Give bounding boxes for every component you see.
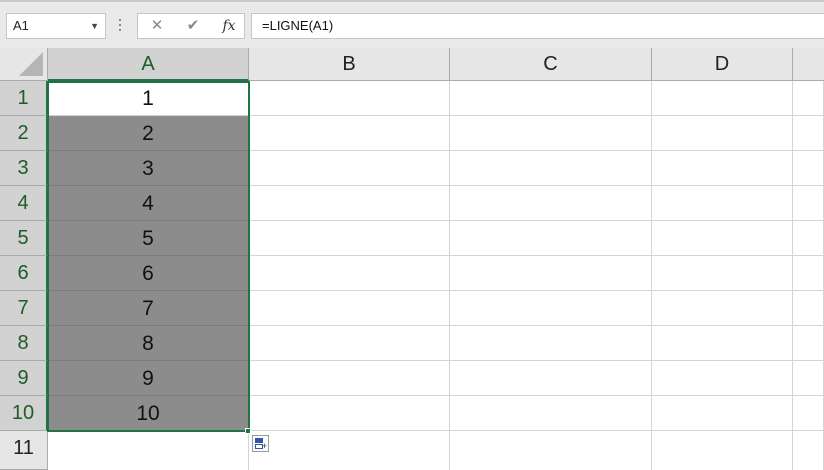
cell-a9[interactable]: 9 xyxy=(48,361,249,396)
enter-icon[interactable]: ✔ xyxy=(178,14,208,38)
cell-d9[interactable] xyxy=(652,361,793,396)
cell-c6[interactable] xyxy=(450,256,652,291)
cell-c7[interactable] xyxy=(450,291,652,326)
cell-a2[interactable]: 2 xyxy=(48,116,249,151)
column-header-b[interactable]: B xyxy=(249,48,450,81)
row-header-4[interactable]: 4 xyxy=(0,186,48,221)
cell-b4[interactable] xyxy=(249,186,450,221)
cell-d7[interactable] xyxy=(652,291,793,326)
row-header-11[interactable]: 11 xyxy=(0,431,48,470)
column-header-d[interactable]: D xyxy=(652,48,793,81)
row-header-9[interactable]: 9 xyxy=(0,361,48,396)
cell-a4[interactable]: 4 xyxy=(48,186,249,221)
cell-a7[interactable]: 7 xyxy=(48,291,249,326)
cell-d2[interactable] xyxy=(652,116,793,151)
cell-e1[interactable] xyxy=(793,81,824,116)
cell-d4[interactable] xyxy=(652,186,793,221)
cell-d1[interactable] xyxy=(652,81,793,116)
cell-e7[interactable] xyxy=(793,291,824,326)
cell-a3[interactable]: 3 xyxy=(48,151,249,186)
insert-function-icon[interactable]: fx xyxy=(214,14,244,38)
cell-c8[interactable] xyxy=(450,326,652,361)
cell-c5[interactable] xyxy=(450,221,652,256)
cell-b8[interactable] xyxy=(249,326,450,361)
cell-a6[interactable]: 6 xyxy=(48,256,249,291)
cell-b6[interactable] xyxy=(249,256,450,291)
column-header-e[interactable] xyxy=(793,48,824,81)
cell-c10[interactable] xyxy=(450,396,652,431)
cell-e3[interactable] xyxy=(793,151,824,186)
name-box[interactable]: A1 ▼ xyxy=(6,13,106,39)
cell-a1[interactable]: 1 xyxy=(48,81,249,116)
cell-b3[interactable] xyxy=(249,151,450,186)
formula-bar-grip-icon[interactable] xyxy=(117,16,123,36)
formula-buttons: ✕ ✔ fx xyxy=(137,13,245,39)
cell-c9[interactable] xyxy=(450,361,652,396)
cell-b5[interactable] xyxy=(249,221,450,256)
row-header-6[interactable]: 6 xyxy=(0,256,48,291)
cell-c11[interactable] xyxy=(450,431,652,470)
row-header-1[interactable]: 1 xyxy=(0,81,48,116)
cell-b2[interactable] xyxy=(249,116,450,151)
row-header-5[interactable]: 5 xyxy=(0,221,48,256)
fill-handle[interactable] xyxy=(245,428,251,434)
cell-a10[interactable]: 10 xyxy=(48,396,249,431)
cell-d5[interactable] xyxy=(652,221,793,256)
cell-e4[interactable] xyxy=(793,186,824,221)
row-header-3[interactable]: 3 xyxy=(0,151,48,186)
cell-b10[interactable] xyxy=(249,396,450,431)
cell-d6[interactable] xyxy=(652,256,793,291)
cell-c3[interactable] xyxy=(450,151,652,186)
quick-analysis-icon[interactable]: + xyxy=(252,435,269,452)
row-header-7[interactable]: 7 xyxy=(0,291,48,326)
cell-e2[interactable] xyxy=(793,116,824,151)
cell-e9[interactable] xyxy=(793,361,824,396)
spreadsheet-grid: A B C D 1 2 3 4 5 6 7 8 9 10 11 1 2 3 4 … xyxy=(0,48,824,470)
formula-input[interactable]: =LIGNE(A1) xyxy=(251,13,824,39)
cell-d8[interactable] xyxy=(652,326,793,361)
cell-a5[interactable]: 5 xyxy=(48,221,249,256)
cell-c4[interactable] xyxy=(450,186,652,221)
row-header-8[interactable]: 8 xyxy=(0,326,48,361)
cell-b1[interactable] xyxy=(249,81,450,116)
cell-e5[interactable] xyxy=(793,221,824,256)
name-box-value: A1 xyxy=(13,18,29,33)
cell-c2[interactable] xyxy=(450,116,652,151)
name-box-dropdown-icon[interactable]: ▼ xyxy=(90,14,99,38)
cell-b7[interactable] xyxy=(249,291,450,326)
formula-bar: A1 ▼ ✕ ✔ fx =LIGNE(A1) xyxy=(0,0,824,48)
select-all-icon xyxy=(19,52,43,76)
cell-b9[interactable] xyxy=(249,361,450,396)
cell-a8[interactable]: 8 xyxy=(48,326,249,361)
cancel-icon[interactable]: ✕ xyxy=(142,14,172,38)
cell-d10[interactable] xyxy=(652,396,793,431)
cell-c1[interactable] xyxy=(450,81,652,116)
cell-d11[interactable] xyxy=(652,431,793,470)
cell-e6[interactable] xyxy=(793,256,824,291)
cell-e11[interactable] xyxy=(793,431,824,470)
column-header-c[interactable]: C xyxy=(450,48,652,81)
cell-b11[interactable] xyxy=(249,431,450,470)
row-header-2[interactable]: 2 xyxy=(0,116,48,151)
cell-a11[interactable] xyxy=(48,431,249,470)
row-header-10[interactable]: 10 xyxy=(0,396,48,431)
cell-e10[interactable] xyxy=(793,396,824,431)
column-header-a[interactable]: A xyxy=(48,48,249,81)
select-all-button[interactable] xyxy=(0,48,48,81)
cell-d3[interactable] xyxy=(652,151,793,186)
cell-e8[interactable] xyxy=(793,326,824,361)
